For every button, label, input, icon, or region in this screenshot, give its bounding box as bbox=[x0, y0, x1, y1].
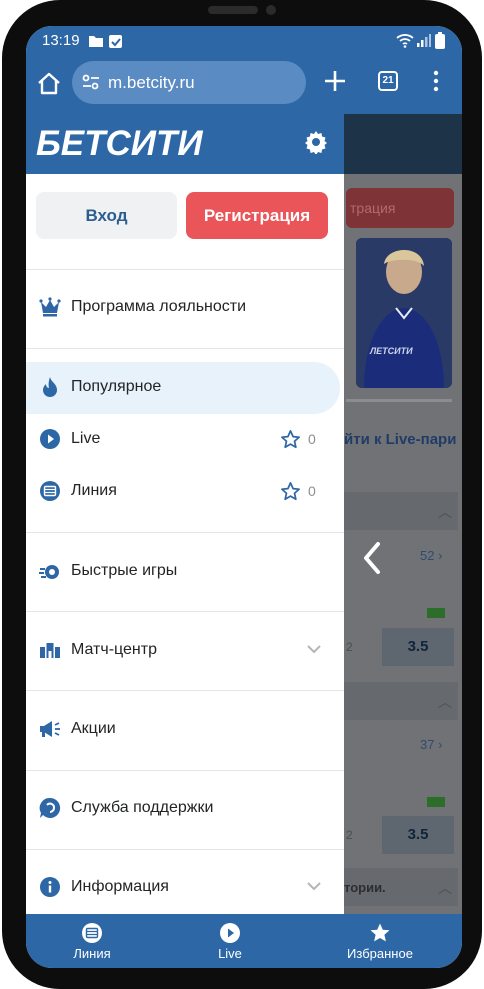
nav-favorites[interactable]: Избранное bbox=[320, 914, 440, 968]
menu-item-label: Линия bbox=[71, 482, 117, 499]
player-image bbox=[356, 238, 452, 388]
menu-item-label: Live bbox=[71, 430, 101, 447]
menu-item-info[interactable]: Информация bbox=[26, 862, 344, 914]
browser-toolbar: m.betcity.ru 21 bbox=[26, 56, 462, 114]
betcity-logo[interactable]: БЕТСИТИ bbox=[36, 124, 203, 164]
url-text: m.betcity.ru bbox=[108, 73, 195, 92]
folder-icon bbox=[89, 36, 103, 47]
divider bbox=[26, 348, 344, 349]
menu-item-line[interactable]: Линия 0 bbox=[26, 466, 344, 518]
event-count: 37 › bbox=[420, 737, 443, 752]
status-bar: 13:19 bbox=[26, 26, 462, 56]
fire-icon bbox=[43, 377, 57, 397]
menu-item-label: Информация bbox=[71, 878, 169, 895]
collapse-chevron-icon: ︿ bbox=[438, 880, 452, 896]
menu-item-popular[interactable]: Популярное bbox=[26, 362, 340, 414]
chevron-down-icon bbox=[307, 882, 321, 891]
stadium-icon bbox=[40, 643, 60, 658]
odd-button: 3.5 bbox=[382, 628, 454, 666]
nav-line[interactable]: Линия bbox=[32, 914, 152, 968]
event-count: 52 › bbox=[420, 548, 443, 563]
menu-item-support[interactable]: Служба поддержки bbox=[26, 783, 344, 835]
phone-frame: 13:19 m.betcity.ru 21 трация ЛЕТСИТИ йти… bbox=[2, 0, 482, 989]
collapse-chevron-icon: ︿ bbox=[438, 504, 452, 520]
close-drawer-icon[interactable] bbox=[360, 538, 384, 578]
calendar-grid-icon bbox=[40, 481, 60, 501]
menu-item-loyalty[interactable]: Программа лояльности bbox=[26, 282, 344, 334]
chevron-down-icon bbox=[307, 645, 321, 654]
calendar-grid-icon bbox=[82, 923, 102, 943]
nav-label: Линия bbox=[73, 946, 111, 961]
new-tab-icon[interactable] bbox=[324, 70, 346, 92]
menu-item-match-center[interactable]: Матч-центр bbox=[26, 625, 344, 677]
clipboard-check-icon bbox=[109, 35, 122, 48]
login-button[interactable]: Вход bbox=[36, 192, 177, 239]
nav-label: Избранное bbox=[347, 946, 413, 961]
address-bar[interactable]: m.betcity.ru bbox=[72, 61, 306, 104]
star-outline-icon[interactable] bbox=[280, 481, 301, 502]
favorites-count: 0 bbox=[308, 431, 316, 447]
collapse-chevron-icon: ︿ bbox=[438, 694, 452, 710]
odd-value: 2 bbox=[346, 828, 353, 842]
live-link: йти к Live-пари bbox=[344, 431, 457, 448]
menu-item-label: Быстрые игры bbox=[71, 562, 178, 579]
menu-item-label: Популярное bbox=[71, 378, 162, 395]
register-button[interactable]: Регистрация bbox=[186, 192, 328, 239]
nav-live[interactable]: Live bbox=[170, 914, 290, 968]
tab-switcher-button[interactable]: 21 bbox=[378, 71, 398, 91]
site-settings-icon[interactable] bbox=[82, 74, 100, 90]
more-menu-icon[interactable] bbox=[431, 70, 441, 92]
drawer-header: БЕТСИТИ bbox=[26, 114, 344, 174]
gear-icon[interactable] bbox=[304, 130, 328, 154]
menu-item-fast-games[interactable]: Быстрые игры bbox=[26, 546, 344, 598]
nav-label: Live bbox=[218, 946, 242, 961]
carousel-indicator bbox=[346, 399, 452, 402]
menu-item-label: Акции bbox=[71, 720, 116, 737]
wifi-icon bbox=[396, 34, 414, 48]
divider bbox=[26, 269, 344, 270]
odd-value: 2 bbox=[346, 640, 353, 654]
side-drawer: БЕТСИТИ Вход Регистрация Программа лояль… bbox=[26, 114, 344, 914]
info-icon bbox=[40, 877, 60, 897]
divider bbox=[26, 532, 344, 533]
divider bbox=[26, 849, 344, 850]
odd-button: 3.5 bbox=[382, 816, 454, 854]
support-chat-icon bbox=[39, 797, 61, 818]
favorites-count: 0 bbox=[308, 483, 316, 499]
battery-icon bbox=[435, 32, 445, 49]
front-camera bbox=[266, 5, 276, 15]
menu-item-live[interactable]: Live 0 bbox=[26, 414, 344, 466]
jersey-text: ЛЕТСИТИ bbox=[370, 346, 413, 356]
crown-icon bbox=[39, 297, 61, 317]
page-header-strip bbox=[344, 114, 462, 174]
play-circle-icon bbox=[220, 923, 240, 943]
home-icon[interactable] bbox=[34, 69, 64, 99]
signal-icon bbox=[417, 34, 431, 47]
menu-item-label: Матч-центр bbox=[71, 641, 157, 658]
star-icon bbox=[370, 923, 390, 942]
live-stats-icon bbox=[427, 608, 445, 618]
category-title: тории. bbox=[344, 880, 386, 895]
live-stats-icon bbox=[427, 797, 445, 807]
divider bbox=[26, 690, 344, 691]
status-time: 13:19 bbox=[42, 32, 80, 49]
divider bbox=[26, 770, 344, 771]
menu-item-label: Программа лояльности bbox=[71, 298, 247, 315]
divider bbox=[26, 611, 344, 612]
menu-item-label: Служба поддержки bbox=[71, 799, 214, 816]
promo-banner: ЛЕТСИТИ bbox=[356, 238, 452, 388]
page-register-button: трация bbox=[346, 188, 454, 228]
megaphone-icon bbox=[40, 721, 60, 737]
screen: 13:19 m.betcity.ru 21 трация ЛЕТСИТИ йти… bbox=[26, 26, 462, 968]
menu-item-promos[interactable]: Акции bbox=[26, 704, 344, 756]
bottom-navigation: Линия Live Избранное bbox=[26, 914, 462, 968]
star-outline-icon[interactable] bbox=[280, 429, 301, 450]
speed-ball-icon bbox=[39, 565, 59, 579]
speaker-grille bbox=[208, 6, 258, 14]
play-circle-icon bbox=[40, 429, 60, 449]
